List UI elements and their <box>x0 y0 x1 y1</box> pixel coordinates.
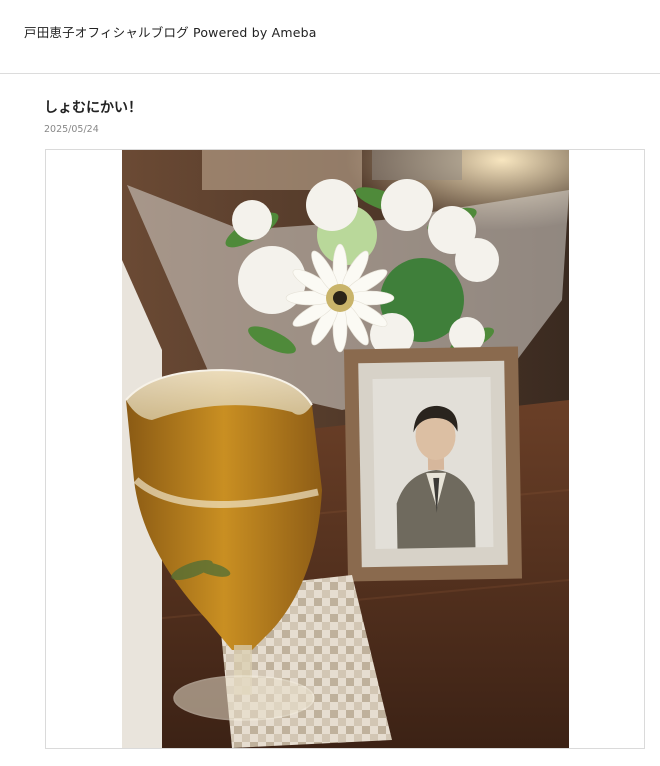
entry-photo[interactable] <box>122 150 569 748</box>
entry-image-frame <box>45 149 645 749</box>
site-title-link[interactable]: 戸田恵子オフィシャルブログ Powered by Ameba <box>24 22 317 41</box>
entry-title[interactable]: しょむにかい！ <box>44 97 142 117</box>
site-header: 戸田恵子オフィシャルブログ Powered by Ameba <box>0 0 660 74</box>
entry-date: 2025/05/24 <box>44 124 99 135</box>
